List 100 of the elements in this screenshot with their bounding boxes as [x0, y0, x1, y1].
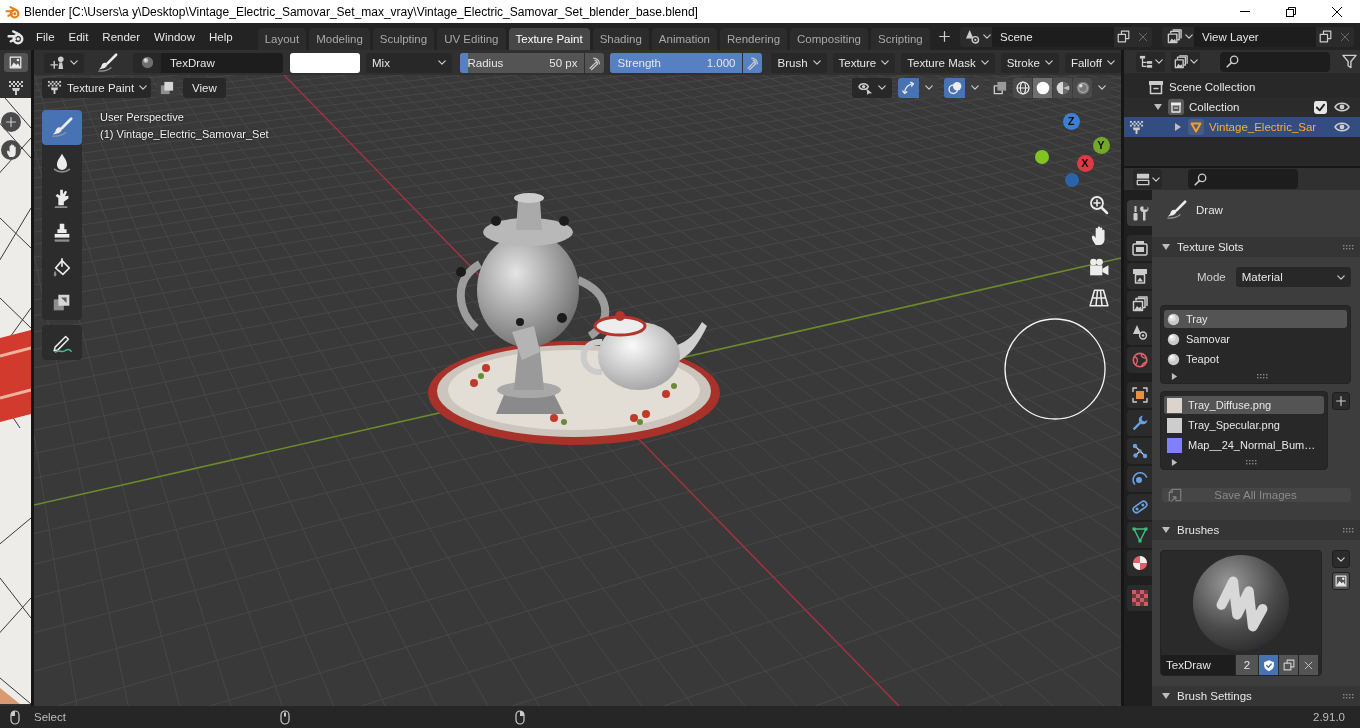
workspace-tab[interactable]: Scripting	[871, 28, 930, 50]
brush-browse-button[interactable]	[133, 52, 161, 73]
header-menu[interactable]: Texture Mask	[901, 52, 995, 73]
header-menu[interactable]: Texture	[832, 52, 896, 73]
menu-item[interactable]: Edit	[61, 30, 96, 43]
display-mode-button[interactable]	[1171, 51, 1200, 72]
brush-name-field[interactable]: TexDraw	[1161, 655, 1235, 675]
zoom-icon[interactable]	[1089, 195, 1109, 215]
properties-tab[interactable]	[1127, 319, 1152, 345]
checker-brush-icon[interactable]	[7, 80, 24, 96]
fake-user-button[interactable]	[1259, 655, 1278, 675]
mode-dropdown[interactable]: Texture Paint	[42, 77, 151, 98]
xray-toggle[interactable]	[990, 77, 1009, 98]
workspace-tab[interactable]: UV Editing	[437, 28, 506, 50]
shading-button[interactable]	[1073, 77, 1092, 98]
axis-button[interactable]: X	[1076, 154, 1094, 172]
menu-item[interactable]: Render	[95, 30, 148, 43]
properties-tab[interactable]	[1127, 438, 1152, 464]
image-slot[interactable]: Map__24_Normal_Bum…	[1164, 436, 1324, 454]
view-layer-new-button[interactable]	[1316, 26, 1335, 47]
mode-dropdown[interactable]: Material	[1235, 267, 1351, 287]
properties-tab[interactable]	[1127, 235, 1152, 261]
brush-name-field[interactable]: TexDraw	[161, 52, 283, 73]
disclosure-triangle-icon[interactable]	[1174, 123, 1182, 131]
duplicate-button[interactable]	[1279, 655, 1298, 675]
material-slot[interactable]: Teapot	[1164, 350, 1347, 368]
properties-tab[interactable]	[1127, 466, 1152, 492]
tool-settings-button[interactable]	[44, 52, 84, 73]
brush-menu-button[interactable]	[1332, 550, 1350, 568]
properties-tab[interactable]	[1127, 494, 1152, 520]
workspace-tab[interactable]: Layout	[257, 28, 307, 50]
pressure-toggle[interactable]	[585, 52, 605, 73]
properties-tab[interactable]	[1127, 263, 1152, 289]
properties-tab[interactable]	[1127, 200, 1152, 226]
blender-logo-icon[interactable]	[7, 28, 24, 45]
paint-mask-toggle[interactable]	[157, 77, 177, 98]
workspace-tab[interactable]: Shading	[592, 28, 649, 50]
panel-header[interactable]: Texture Slots	[1152, 237, 1360, 257]
gizmos-toggle[interactable]	[898, 77, 919, 98]
editor-type-button[interactable]	[3, 53, 28, 72]
image-button[interactable]	[1332, 572, 1350, 590]
checker-brush-icon[interactable]	[1128, 119, 1144, 135]
axis-dot-icon[interactable]	[1035, 150, 1049, 164]
visibility-dropdown[interactable]	[852, 77, 892, 98]
header-menu[interactable]: Stroke	[1000, 52, 1059, 73]
properties-tab[interactable]	[1127, 550, 1152, 576]
shading-button[interactable]	[1013, 77, 1032, 98]
view-layer-name-field[interactable]: View Layer	[1194, 26, 1316, 47]
image-slot[interactable]: Tray_Diffuse.png	[1164, 396, 1324, 414]
outliner-row[interactable]: Vintage_Electric_Sar	[1124, 117, 1360, 137]
camera-icon[interactable]	[1089, 257, 1109, 277]
properties-tab[interactable]	[1127, 522, 1152, 548]
pressure-toggle[interactable]	[743, 52, 763, 73]
menu-item[interactable]: Window	[147, 30, 202, 43]
material-slot[interactable]: Tray	[1164, 310, 1347, 328]
workspace-tab[interactable]: Modeling	[309, 28, 370, 50]
overlays-toggle[interactable]	[944, 77, 965, 98]
properties-tab[interactable]	[1127, 410, 1152, 436]
shading-button[interactable]	[1053, 77, 1072, 98]
view-menu[interactable]: View	[183, 77, 226, 98]
menu-item[interactable]: Help	[202, 30, 240, 43]
disclosure-triangle-icon[interactable]	[1154, 103, 1162, 111]
restore-icon[interactable]	[1286, 6, 1296, 17]
properties-tab[interactable]	[1127, 382, 1152, 408]
shading-menu-button[interactable]	[1093, 77, 1111, 98]
search-field[interactable]	[1220, 51, 1330, 72]
unlink-button[interactable]	[1299, 655, 1318, 675]
header-menu[interactable]: Falloff	[1064, 52, 1121, 73]
color-swatch[interactable]	[290, 52, 360, 73]
editor-type-button[interactable]	[1133, 169, 1162, 189]
search-field[interactable]	[1188, 169, 1298, 189]
disclosure-triangle-icon[interactable]	[1171, 458, 1178, 466]
user-count[interactable]: 2	[1236, 655, 1258, 675]
editor-type-button[interactable]	[1136, 51, 1165, 72]
radius-slider[interactable]: Radius 50 px	[460, 52, 585, 73]
axis-button[interactable]: Y	[1092, 136, 1110, 154]
workspace-tab[interactable]: Texture Paint	[508, 28, 590, 50]
material-slot[interactable]: Samovar	[1164, 330, 1347, 348]
axis-button[interactable]: Z	[1062, 112, 1080, 130]
disclosure-triangle-icon[interactable]	[1171, 372, 1178, 380]
filter-icon[interactable]	[1342, 54, 1357, 69]
shading-button[interactable]	[1033, 77, 1052, 98]
add-button[interactable]	[1332, 392, 1350, 410]
outliner-row[interactable]: Scene Collection	[1124, 77, 1360, 97]
workspace-tab[interactable]: Compositing	[790, 28, 868, 50]
workspace-tab[interactable]: Animation	[651, 28, 717, 50]
scene-new-button[interactable]	[1114, 26, 1133, 47]
axis-dot-icon[interactable]	[1065, 173, 1079, 187]
scene-name-field[interactable]: Scene	[992, 26, 1114, 47]
close-icon[interactable]	[1332, 6, 1342, 17]
workspace-tab[interactable]: Sculpting	[372, 28, 435, 50]
header-menu[interactable]: Brush	[771, 52, 827, 73]
plus-icon[interactable]	[938, 31, 950, 42]
workspace-tab[interactable]: Rendering	[720, 28, 788, 50]
blend-dropdown[interactable]: Mix	[366, 52, 453, 73]
scene-type-button[interactable]	[960, 26, 992, 47]
view-layer-type-button[interactable]	[1162, 26, 1194, 47]
image-slot[interactable]: Tray_Specular.png	[1164, 416, 1324, 434]
checkbox-icon[interactable]	[1314, 100, 1327, 114]
menu-item[interactable]: File	[29, 30, 62, 43]
